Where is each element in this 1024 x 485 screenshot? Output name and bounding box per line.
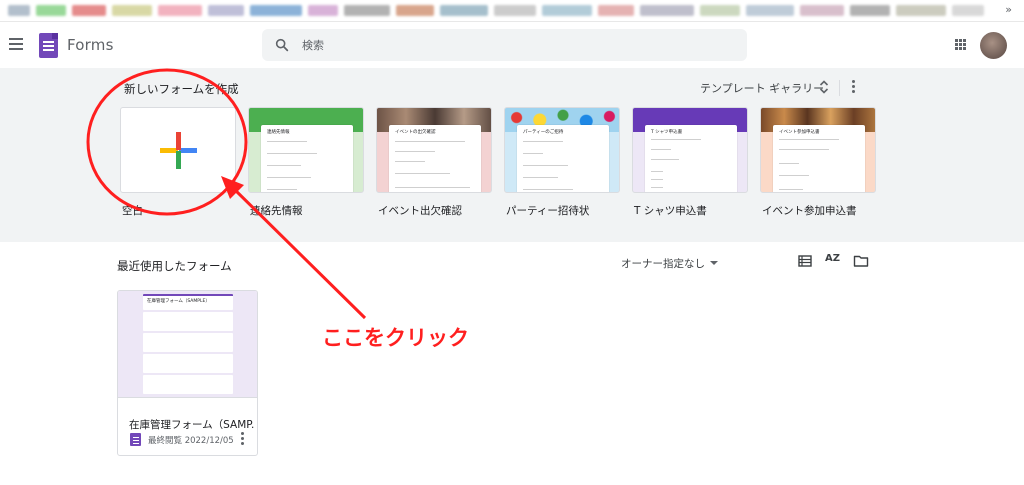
bookmark-item[interactable] xyxy=(308,5,338,16)
google-apps-icon[interactable] xyxy=(955,39,967,51)
template-thumbnail[interactable]: イベント参加申込書 xyxy=(760,107,876,193)
bookmark-item[interactable] xyxy=(700,5,740,16)
template-thumbnail[interactable]: T シャツ申込書 xyxy=(632,107,748,193)
bookmark-item[interactable] xyxy=(800,5,844,16)
template-gallery: 新しいフォームを作成 テンプレート ギャラリー 空白 連絡先情報 連絡先情報 イ… xyxy=(0,68,1024,242)
template-thumbnail[interactable]: イベントの出欠確認 xyxy=(376,107,492,193)
bookmark-item[interactable] xyxy=(850,5,890,16)
forms-home-page: » Forms 新しいフォームを作成 テンプレート ギャラリー xyxy=(0,0,1024,485)
bookmark-item[interactable] xyxy=(542,5,592,16)
dropdown-caret-icon[interactable] xyxy=(710,261,718,265)
template-label[interactable]: 連絡先情報 xyxy=(250,203,303,218)
template-form-preview: T シャツ申込書 xyxy=(645,125,737,192)
bookmark-item[interactable] xyxy=(640,5,694,16)
bookmark-item[interactable] xyxy=(8,5,30,16)
template-gallery-button[interactable]: テンプレート ギャラリー xyxy=(700,80,824,96)
bookmark-item[interactable] xyxy=(112,5,152,16)
recent-forms-heading: 最近使用したフォーム xyxy=(117,259,232,273)
account-avatar[interactable] xyxy=(980,32,1007,59)
owner-filter-dropdown[interactable]: オーナー指定なし xyxy=(621,256,718,271)
search-icon[interactable] xyxy=(274,37,290,53)
form-preview-title: 在庫管理フォーム（SAMPLE） xyxy=(147,299,210,304)
template-form-preview: イベント参加申込書 xyxy=(773,125,865,192)
last-opened-date: 最終閲覧 2022/12/05 xyxy=(148,436,234,446)
bookmarks-bar: » xyxy=(0,0,1024,22)
bookmark-item[interactable] xyxy=(344,5,390,16)
bookmark-item[interactable] xyxy=(158,5,202,16)
bookmarks-overflow-icon[interactable]: » xyxy=(1005,3,1012,16)
sort-az-icon[interactable]: AZ xyxy=(825,253,841,269)
template-card-title: パーティーのご招待 xyxy=(523,130,564,135)
recent-form-card[interactable]: 在庫管理フォーム（SAMPLE） 在庫管理フォーム（SAMP... 最終閲覧 2… xyxy=(117,290,258,456)
list-view-icon[interactable] xyxy=(798,253,812,269)
template-event-registration[interactable]: イベント参加申込書 イベント参加申込書 xyxy=(760,107,876,217)
bookmark-item[interactable] xyxy=(746,5,794,16)
form-name[interactable]: 在庫管理フォーム（SAMP... xyxy=(129,417,254,432)
forms-file-icon xyxy=(130,433,141,446)
main-menu-icon[interactable] xyxy=(9,38,23,50)
form-thumbnail[interactable]: 在庫管理フォーム（SAMPLE） xyxy=(118,291,257,398)
bookmark-item[interactable] xyxy=(250,5,302,16)
bookmark-item[interactable] xyxy=(896,5,946,16)
template-tshirt-signup[interactable]: T シャツ申込書 T シャツ申込書 xyxy=(632,107,748,217)
template-form-preview: イベントの出欠確認 xyxy=(389,125,481,192)
search-bar[interactable] xyxy=(262,29,747,61)
folder-icon[interactable] xyxy=(853,253,869,269)
more-options-icon[interactable] xyxy=(852,80,856,94)
new-form-heading: 新しいフォームを作成 xyxy=(124,82,239,96)
template-thumbnail[interactable]: パーティーのご招待 xyxy=(504,107,620,193)
bookmark-item[interactable] xyxy=(598,5,634,16)
bookmark-item[interactable] xyxy=(952,5,984,16)
template-thumbnail[interactable]: 連絡先情報 xyxy=(248,107,364,193)
bookmark-item[interactable] xyxy=(72,5,106,16)
app-title[interactable]: Forms xyxy=(67,36,114,54)
template-party-invite[interactable]: パーティーのご招待 パーティー招待状 xyxy=(504,107,620,217)
form-preview: 在庫管理フォーム（SAMPLE） xyxy=(143,294,233,398)
template-form-preview: 連絡先情報 xyxy=(261,125,353,192)
template-card-title: 連絡先情報 xyxy=(267,130,290,135)
template-label[interactable]: T シャツ申込書 xyxy=(634,203,707,218)
template-blank[interactable]: 空白 xyxy=(120,107,236,217)
form-more-options-icon[interactable] xyxy=(241,432,245,447)
template-card-title: イベントの出欠確認 xyxy=(395,130,436,135)
bookmark-item[interactable] xyxy=(396,5,434,16)
bookmark-item[interactable] xyxy=(208,5,244,16)
owner-filter-label[interactable]: オーナー指定なし xyxy=(621,258,705,270)
template-label[interactable]: イベント出欠確認 xyxy=(378,203,462,218)
divider xyxy=(839,80,840,96)
bookmark-item[interactable] xyxy=(440,5,488,16)
template-label[interactable]: 空白 xyxy=(122,203,143,218)
template-card-title: イベント参加申込書 xyxy=(779,130,820,135)
template-form-preview: パーティーのご招待 xyxy=(517,125,609,192)
unfold-more-icon[interactable] xyxy=(819,80,829,94)
app-header: Forms xyxy=(0,22,1024,68)
template-label[interactable]: イベント参加申込書 xyxy=(762,203,857,218)
annotation-text: ここをクリック xyxy=(322,326,469,350)
template-contact-info[interactable]: 連絡先情報 連絡先情報 xyxy=(248,107,364,217)
forms-logo-icon[interactable] xyxy=(39,33,58,58)
bookmark-item[interactable] xyxy=(494,5,536,16)
template-label[interactable]: パーティー招待状 xyxy=(506,203,589,218)
template-event-rsvp[interactable]: イベントの出欠確認 イベント出欠確認 xyxy=(376,107,492,217)
template-card-title: T シャツ申込書 xyxy=(651,130,683,135)
bookmark-item[interactable] xyxy=(36,5,66,16)
search-input[interactable] xyxy=(302,37,722,53)
template-thumbnail[interactable] xyxy=(120,107,236,193)
plus-icon xyxy=(160,132,197,169)
